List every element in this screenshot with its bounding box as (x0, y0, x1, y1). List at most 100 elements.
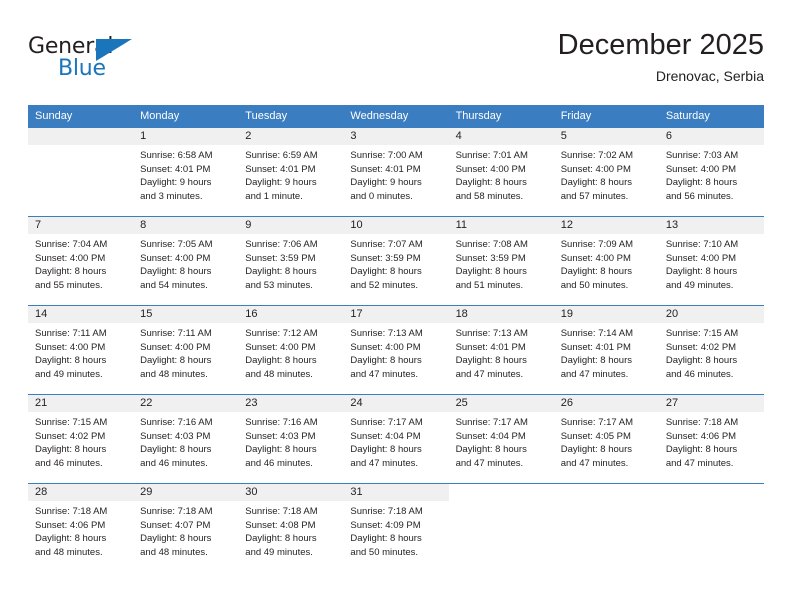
sunset-text: Sunset: 4:04 PM (350, 430, 421, 442)
general-blue-logo[interactable]: General Blue (28, 34, 158, 86)
day-number (28, 128, 134, 145)
day-number: 18 (448, 306, 554, 323)
sunset-text: Sunset: 4:07 PM (140, 519, 211, 531)
calendar-day-cell[interactable]: 9 Sunrise: 7:06 AM Sunset: 3:59 PM Daylight… (238, 216, 344, 306)
sunset-text: Sunset: 4:01 PM (140, 163, 211, 175)
day-details: Sunrise: 7:10 AM Sunset: 4:00 PM Daylight:… (659, 234, 764, 292)
daylight-text-line1: Daylight: 8 hours (665, 355, 738, 367)
weekday-header-row: Sunday Monday Tuesday Wednesday Thursday… (28, 105, 764, 128)
calendar-day-cell[interactable]: 2 Sunrise: 6:59 AM Sunset: 4:01 PM Daylight… (238, 128, 344, 217)
calendar-day-cell[interactable]: 22 Sunrise: 7:16 AM Sunset: 4:03 PM Dayligh… (133, 394, 239, 484)
daylight-text-line1: Daylight: 8 hours (35, 444, 107, 456)
daylight-text-line2: and 49 minutes. (665, 279, 734, 291)
daylight-text-line1: Daylight: 8 hours (140, 533, 212, 545)
calendar-cell-blank (658, 483, 764, 572)
calendar-day-cell[interactable]: 16 Sunrise: 7:12 AM Sunset: 4:00 PM Dayligh… (238, 305, 344, 395)
calendar-day-cell[interactable]: 25 Sunrise: 7:17 AM Sunset: 4:04 PM Dayligh… (448, 394, 554, 484)
daylight-text-line1: Daylight: 8 hours (560, 177, 632, 189)
day-details: Sunrise: 7:06 AM Sunset: 3:59 PM Daylight:… (238, 234, 343, 292)
calendar-day-cell[interactable]: 12 Sunrise: 7:09 AM Sunset: 4:00 PM Dayligh… (553, 216, 659, 306)
day-details: Sunrise: 7:07 AM Sunset: 3:59 PM Daylight:… (343, 234, 448, 292)
calendar-day-cell[interactable]: 29 Sunrise: 7:18 AM Sunset: 4:07 PM Dayligh… (133, 483, 239, 572)
daylight-text-line1: Daylight: 8 hours (350, 355, 422, 367)
sunrise-text: Sunrise: 7:18 AM (665, 417, 739, 428)
day-number: 16 (238, 306, 344, 323)
daylight-text-line2: and 56 minutes. (665, 190, 734, 202)
calendar-day-cell[interactable]: 23 Sunrise: 7:16 AM Sunset: 4:03 PM Dayligh… (238, 394, 344, 484)
calendar-day-cell[interactable]: 13 Sunrise: 7:10 AM Sunset: 4:00 PM Dayligh… (658, 216, 764, 306)
daylight-text-line1: Daylight: 8 hours (140, 266, 212, 278)
calendar-day-cell[interactable]: 24 Sunrise: 7:17 AM Sunset: 4:04 PM Dayligh… (343, 394, 449, 484)
day-details: Sunrise: 7:02 AM Sunset: 4:00 PM Daylight:… (554, 145, 659, 203)
calendar-day-cell[interactable]: 27 Sunrise: 7:18 AM Sunset: 4:06 PM Dayligh… (658, 394, 764, 484)
daylight-text-line1: Daylight: 9 hours (350, 177, 422, 189)
day-number: 22 (133, 395, 239, 412)
sunset-text: Sunset: 4:01 PM (245, 163, 316, 175)
calendar-day-cell[interactable]: 15 Sunrise: 7:11 AM Sunset: 4:00 PM Dayligh… (133, 305, 239, 395)
daylight-text-line2: and 55 minutes. (35, 279, 103, 291)
calendar-day-cell[interactable]: 14 Sunrise: 7:11 AM Sunset: 4:00 PM Dayligh… (28, 305, 134, 395)
calendar-day-cell[interactable]: 19 Sunrise: 7:14 AM Sunset: 4:01 PM Dayligh… (553, 305, 659, 395)
calendar-day-cell[interactable]: 10 Sunrise: 7:07 AM Sunset: 3:59 PM Dayligh… (343, 216, 449, 306)
day-details: Sunrise: 7:11 AM Sunset: 4:00 PM Daylight:… (133, 323, 238, 381)
calendar-day-cell[interactable]: 4 Sunrise: 7:01 AM Sunset: 4:00 PM Daylight… (448, 128, 554, 217)
calendar-day-cell[interactable]: 21 Sunrise: 7:15 AM Sunset: 4:02 PM Dayligh… (28, 394, 134, 484)
calendar-day-cell[interactable]: 6 Sunrise: 7:03 AM Sunset: 4:00 PM Daylight… (658, 128, 764, 217)
sunrise-text: Sunrise: 7:06 AM (245, 239, 318, 250)
calendar-day-cell[interactable]: 31 Sunrise: 7:18 AM Sunset: 4:09 PM Dayligh… (343, 483, 449, 572)
calendar-week-row: 28 Sunrise: 7:18 AM Sunset: 4:06 PM Dayligh… (28, 483, 764, 572)
day-number: 24 (343, 395, 449, 412)
calendar-day-cell[interactable]: 7 Sunrise: 7:04 AM Sunset: 4:00 PM Daylight… (28, 216, 134, 306)
daylight-text-line2: and 50 minutes. (560, 279, 629, 291)
day-number: 17 (343, 306, 449, 323)
sunrise-text: Sunrise: 7:17 AM (455, 417, 528, 428)
calendar-day-cell[interactable]: 28 Sunrise: 7:18 AM Sunset: 4:06 PM Dayligh… (28, 483, 134, 572)
daylight-text-line1: Daylight: 8 hours (245, 533, 317, 545)
day-number: 2 (238, 128, 344, 145)
daylight-text-line2: and 48 minutes. (35, 546, 103, 558)
calendar-day-cell[interactable]: 5 Sunrise: 7:02 AM Sunset: 4:00 PM Daylight… (553, 128, 659, 217)
day-number: 11 (448, 217, 554, 234)
calendar-day-cell[interactable]: 18 Sunrise: 7:13 AM Sunset: 4:01 PM Dayligh… (448, 305, 554, 395)
day-details: Sunrise: 6:58 AM Sunset: 4:01 PM Daylight:… (133, 145, 238, 203)
sunrise-text: Sunrise: 7:11 AM (140, 328, 212, 339)
calendar-page: General Blue December 2025 Drenovac, Ser… (0, 0, 792, 612)
daylight-text-line2: and 47 minutes. (560, 368, 629, 380)
day-number: 29 (133, 484, 239, 501)
day-number: 23 (238, 395, 344, 412)
calendar-day-cell[interactable]: 1 Sunrise: 6:58 AM Sunset: 4:01 PM Daylight… (133, 128, 239, 217)
calendar-day-cell[interactable]: 30 Sunrise: 7:18 AM Sunset: 4:08 PM Dayligh… (238, 483, 344, 572)
daylight-text-line2: and 47 minutes. (455, 368, 524, 380)
day-details: Sunrise: 7:17 AM Sunset: 4:04 PM Daylight:… (449, 412, 554, 470)
sunrise-text: Sunrise: 7:18 AM (245, 506, 318, 517)
day-details: Sunrise: 7:15 AM Sunset: 4:02 PM Daylight:… (28, 412, 133, 470)
daylight-text-line1: Daylight: 9 hours (140, 177, 212, 189)
daylight-text-line1: Daylight: 8 hours (350, 444, 422, 456)
sunrise-text: Sunrise: 7:01 AM (455, 150, 528, 161)
daylight-text-line2: and 47 minutes. (455, 457, 524, 469)
sunset-text: Sunset: 4:01 PM (455, 341, 526, 353)
daylight-text-line2: and 46 minutes. (140, 457, 208, 469)
calendar-day-cell[interactable]: 17 Sunrise: 7:13 AM Sunset: 4:00 PM Dayligh… (343, 305, 449, 395)
sunrise-text: Sunrise: 6:59 AM (245, 150, 318, 161)
calendar-body: 1 Sunrise: 6:58 AM Sunset: 4:01 PM Daylight… (28, 128, 764, 572)
calendar-day-cell[interactable]: 3 Sunrise: 7:00 AM Sunset: 4:01 PM Daylight… (343, 128, 449, 217)
day-number: 26 (553, 395, 659, 412)
calendar-day-cell[interactable] (28, 128, 134, 217)
calendar-day-cell[interactable]: 8 Sunrise: 7:05 AM Sunset: 4:00 PM Daylight… (133, 216, 239, 306)
daylight-text-line2: and 3 minutes. (140, 190, 203, 202)
weekday-header-wednesday: Wednesday (343, 105, 449, 128)
day-number: 6 (658, 128, 764, 145)
sunset-text: Sunset: 4:00 PM (245, 341, 316, 353)
calendar-day-cell[interactable]: 20 Sunrise: 7:15 AM Sunset: 4:02 PM Dayligh… (658, 305, 764, 395)
day-number: 9 (238, 217, 344, 234)
daylight-text-line1: Daylight: 8 hours (35, 355, 107, 367)
sunrise-text: Sunrise: 7:18 AM (35, 506, 108, 517)
daylight-text-line2: and 46 minutes. (35, 457, 103, 469)
sunrise-text: Sunrise: 7:13 AM (350, 328, 423, 339)
sunset-text: Sunset: 4:01 PM (350, 163, 421, 175)
calendar-day-cell[interactable]: 11 Sunrise: 7:08 AM Sunset: 3:59 PM Dayligh… (448, 216, 554, 306)
calendar-day-cell[interactable]: 26 Sunrise: 7:17 AM Sunset: 4:05 PM Dayligh… (553, 394, 659, 484)
day-details: Sunrise: 7:08 AM Sunset: 3:59 PM Daylight:… (449, 234, 554, 292)
day-details: Sunrise: 7:09 AM Sunset: 4:00 PM Daylight:… (554, 234, 659, 292)
